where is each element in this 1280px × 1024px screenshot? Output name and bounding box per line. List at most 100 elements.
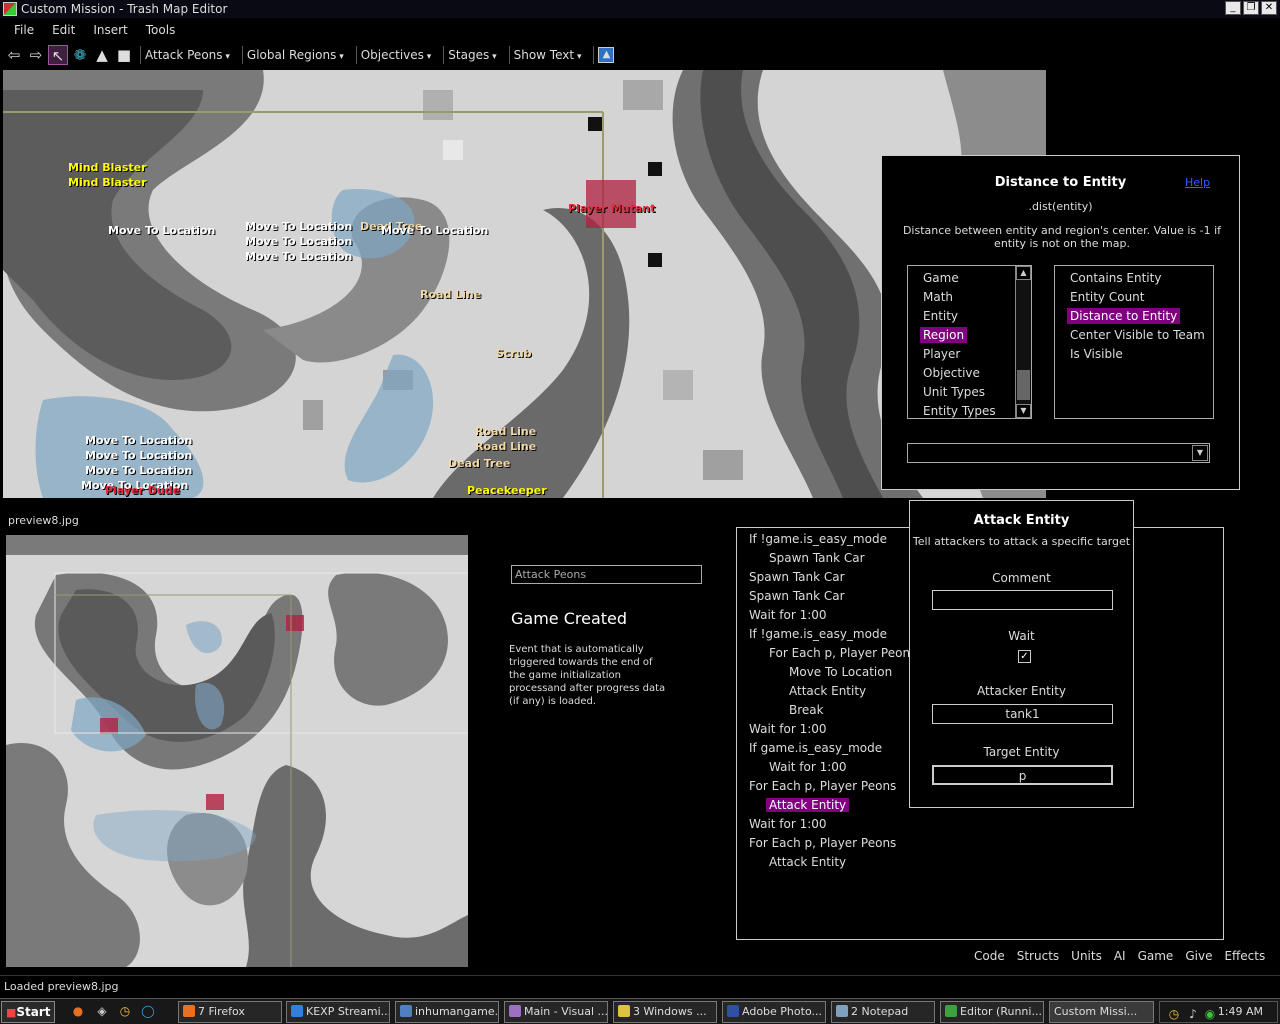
function-list[interactable]: Contains Entity Entity Count Distance to… (1054, 265, 1214, 419)
function-item-contains-entity[interactable]: Contains Entity (1055, 269, 1213, 288)
chevron-down-icon[interactable]: ▼ (1192, 445, 1208, 461)
maximize-button[interactable]: ❐ (1243, 1, 1259, 15)
script-line[interactable]: Spawn Tank Car (749, 570, 845, 584)
menu-tools[interactable]: Tools (146, 23, 176, 37)
wait-checkbox[interactable]: ✓ (1018, 650, 1031, 663)
function-item-is-visible[interactable]: Is Visible (1055, 345, 1213, 364)
script-line[interactable]: Attack Entity (769, 855, 846, 869)
category-item-entity[interactable]: Entity (908, 307, 1031, 326)
tab-effects[interactable]: Effects (1224, 949, 1265, 963)
wait-label: Wait (1008, 629, 1035, 643)
map-label: Scrub (496, 347, 532, 360)
category-item-region[interactable]: Region (908, 326, 1031, 345)
category-item-math[interactable]: Math (908, 288, 1031, 307)
menu-edit[interactable]: Edit (52, 23, 75, 37)
tray-clock-icon[interactable]: ◷ (1166, 1006, 1182, 1022)
show-text-dropdown[interactable]: Show Text (514, 48, 582, 62)
function-item-distance-to-entity[interactable]: Distance to Entity (1055, 307, 1213, 326)
pointer-icon[interactable]: ↖ (48, 45, 68, 65)
brush-icon[interactable]: ▲ (92, 45, 112, 65)
event-name-field[interactable]: Attack Peons (511, 565, 702, 584)
firefox-icon[interactable]: ● (70, 1003, 86, 1019)
target-field[interactable]: p (932, 765, 1113, 785)
function-item-center-visible[interactable]: Center Visible to Team (1055, 326, 1213, 345)
map-label: Road Line (475, 440, 537, 453)
tab-structs[interactable]: Structs (1017, 949, 1059, 963)
menu-file[interactable]: File (14, 23, 34, 37)
scroll-down-icon[interactable]: ▼ (1016, 404, 1031, 418)
function-item-entity-count[interactable]: Entity Count (1055, 288, 1213, 307)
task-inhumangame[interactable]: inhumangame... (395, 1001, 499, 1023)
tab-ai[interactable]: AI (1114, 949, 1126, 963)
objectives-dropdown[interactable]: Objectives (361, 48, 432, 62)
paint-icon[interactable]: ❁ (70, 45, 90, 65)
attack-peons-dropdown[interactable]: Attack Peons (145, 48, 230, 62)
category-item-objective[interactable]: Objective (908, 364, 1031, 383)
tab-units[interactable]: Units (1071, 949, 1102, 963)
image-icon[interactable]: ▲ (598, 47, 615, 63)
dialog-title: Attack Entity (973, 513, 1070, 528)
task-editor[interactable]: Editor (Runni... (940, 1001, 1044, 1023)
script-line[interactable]: Wait for 1:00 (749, 817, 827, 831)
script-line[interactable]: Wait for 1:00 (749, 608, 827, 622)
category-item-game[interactable]: Game (908, 269, 1031, 288)
task-kexp[interactable]: KEXP Streami... (286, 1001, 390, 1023)
tab-code[interactable]: Code (974, 949, 1005, 963)
back-arrow-icon[interactable]: ⇦ (4, 45, 24, 65)
status-bar: Loaded preview8.jpg (0, 975, 1280, 997)
task-custom-mission[interactable]: Custom Missi... (1049, 1001, 1154, 1023)
script-line[interactable]: If !game.is_easy_mode (749, 532, 887, 546)
script-line[interactable]: Spawn Tank Car (769, 551, 865, 565)
script-line[interactable]: For Each p, Player Peons (749, 779, 896, 793)
argument-combo[interactable]: ▼ (907, 443, 1210, 463)
minimize-button[interactable]: _ (1225, 1, 1241, 15)
script-line[interactable]: Break (789, 703, 824, 717)
help-link[interactable]: Help (1185, 176, 1210, 189)
bottom-tabs: Code Structs Units AI Game Give Effects (974, 949, 1265, 963)
script-line-selected[interactable]: Attack Entity (766, 798, 850, 812)
map-label: Move To Location (245, 235, 353, 248)
script-line[interactable]: Wait for 1:00 (769, 760, 847, 774)
attacker-field[interactable]: tank1 (932, 704, 1113, 724)
script-line[interactable]: If !game.is_easy_mode (749, 627, 887, 641)
category-list[interactable]: Game Math Entity Region Player Objective… (907, 265, 1032, 419)
tray-chrome-icon[interactable]: ◉ (1202, 1006, 1218, 1022)
task-photoshop[interactable]: Adobe Photo... (722, 1001, 826, 1023)
ie-icon[interactable]: ◯ (140, 1003, 156, 1019)
scroll-thumb[interactable] (1017, 370, 1030, 400)
category-item-player[interactable]: Player (908, 345, 1031, 364)
map-label: Move To Location (381, 224, 489, 237)
script-line[interactable]: Spawn Tank Car (749, 589, 845, 603)
script-line[interactable]: For Each p, Player Peons (769, 646, 916, 660)
global-regions-dropdown[interactable]: Global Regions (247, 48, 344, 62)
network-icon[interactable]: ◈ (94, 1003, 110, 1019)
window-title: Custom Mission - Trash Map Editor (21, 2, 228, 16)
map-label: Move To Location (245, 220, 353, 233)
category-item-unit-types[interactable]: Unit Types (908, 383, 1031, 402)
script-line[interactable]: Move To Location (789, 665, 892, 679)
category-scrollbar[interactable]: ▲ ▼ (1015, 266, 1031, 418)
forward-arrow-icon[interactable]: ⇨ (26, 45, 46, 65)
script-line[interactable]: For Each p, Player Peons (749, 836, 896, 850)
script-line[interactable]: If game.is_easy_mode (749, 741, 882, 755)
tray-speaker-icon[interactable]: ♪ (1185, 1006, 1201, 1022)
clock-icon[interactable]: ◷ (117, 1003, 133, 1019)
task-firefox[interactable]: 7 Firefox (178, 1001, 282, 1023)
script-line[interactable]: Wait for 1:00 (749, 722, 827, 736)
tab-give[interactable]: Give (1185, 949, 1212, 963)
task-visual-studio[interactable]: Main - Visual ... (504, 1001, 608, 1023)
task-notepad[interactable]: 2 Notepad (831, 1001, 935, 1023)
menu-insert[interactable]: Insert (93, 23, 127, 37)
minimap-preview[interactable] (6, 535, 468, 967)
eraser-icon[interactable]: ■ (114, 45, 134, 65)
category-item-entity-types[interactable]: Entity Types (908, 402, 1031, 421)
comment-field[interactable] (932, 590, 1113, 610)
start-button[interactable]: Start (1, 1001, 55, 1023)
script-line[interactable]: Attack Entity (789, 684, 866, 698)
close-button[interactable]: ✕ (1261, 1, 1277, 15)
menu-bar: File Edit Insert Tools (0, 20, 175, 40)
tab-game[interactable]: Game (1138, 949, 1174, 963)
scroll-up-icon[interactable]: ▲ (1016, 266, 1031, 280)
stages-dropdown[interactable]: Stages (448, 48, 496, 62)
task-windows[interactable]: 3 Windows ... (613, 1001, 717, 1023)
